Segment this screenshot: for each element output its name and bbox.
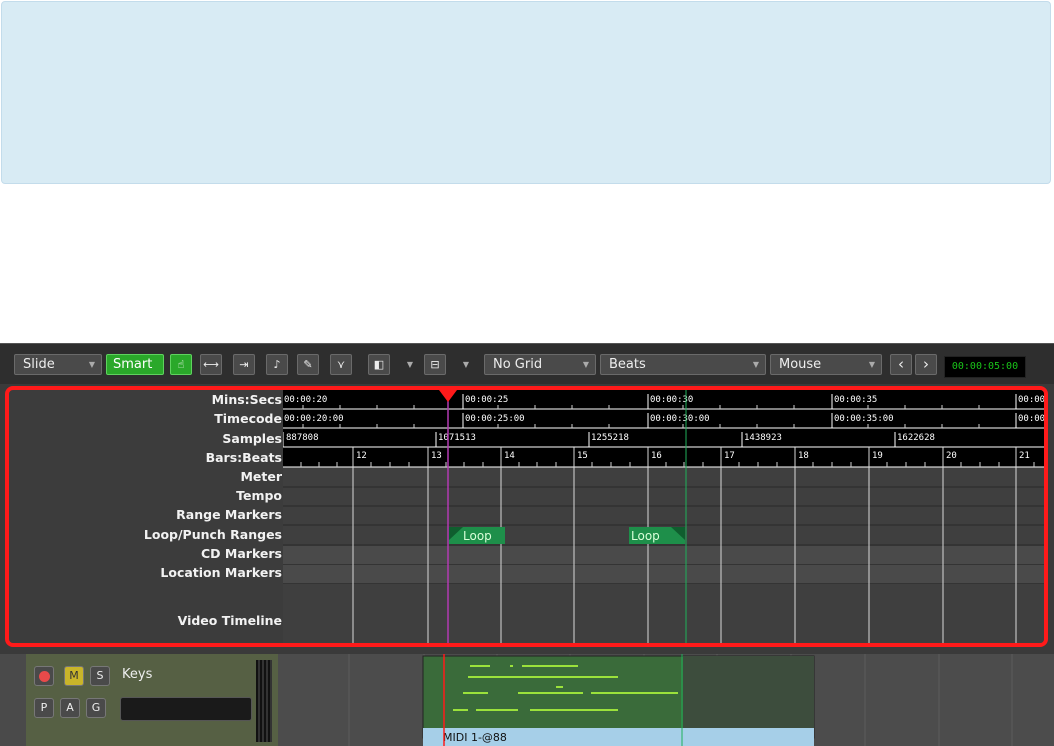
- ruler-label-timecode: Timecode: [214, 411, 282, 426]
- mins-secs-label: 00:00:35: [834, 395, 877, 405]
- samples-label: 1255218: [591, 433, 629, 443]
- ruler-canvas[interactable]: 00:00:20 00:00:25 00:00:30 00:00:35 00:0…: [283, 390, 1048, 643]
- bar-number-label: 15: [577, 451, 588, 461]
- samples-label: 1438923: [744, 433, 782, 443]
- solo-button[interactable]: S: [90, 666, 110, 686]
- track-canvas[interactable]: MIDI 1-@88: [278, 654, 1054, 746]
- midi-region-outside-loop: [683, 656, 814, 738]
- stretch-tool-icon[interactable]: ⋎: [330, 354, 352, 375]
- smart-mode-button[interactable]: Smart: [106, 354, 164, 375]
- cd-markers-band: [283, 546, 1044, 564]
- notification-banner: [1, 1, 1051, 184]
- timecode-label: 00:00:25:00: [465, 414, 525, 424]
- ruler-label-bars-beats: Bars:Beats: [205, 450, 282, 465]
- daw-editor-window: Slide ▼ Smart ☝ ⟷ ⇥ ♪ ✎ ⋎ ◧ ▼ ⊟ ▼ No Grid…: [0, 343, 1054, 746]
- loop-end-label: Loop: [631, 529, 660, 543]
- timecode-label: 00:00:35:00: [834, 414, 894, 424]
- timecode-label: 00:00:20:00: [284, 414, 344, 424]
- bar-number-label: 17: [724, 451, 735, 461]
- record-icon: [38, 670, 50, 682]
- draw-tool-icon[interactable]: ✎: [297, 354, 319, 375]
- grab-tool-icon[interactable]: ☝: [170, 354, 192, 375]
- visible-tracks-icon[interactable]: ⊟: [424, 354, 446, 375]
- cut-tool-icon[interactable]: ⇥: [233, 354, 255, 375]
- zoom-to-session-icon[interactable]: ◧: [368, 354, 390, 375]
- samples-label: 887808: [286, 433, 319, 443]
- gain-fader[interactable]: [120, 697, 252, 721]
- loop-start-marker[interactable]: Loop: [449, 527, 505, 544]
- chevron-down-icon: ▼: [88, 360, 95, 369]
- chevron-down-icon: ▼: [752, 360, 759, 369]
- nudge-forward-icon[interactable]: ›: [915, 354, 937, 375]
- timecode-label: 00:00:30:00: [650, 414, 710, 424]
- automation-button[interactable]: A: [60, 698, 80, 718]
- nudge-clock[interactable]: 00:00:05:00: [944, 356, 1026, 378]
- ruler-label-cd-markers: CD Markers: [201, 546, 282, 561]
- loop-start-label: Loop: [463, 529, 492, 543]
- mins-secs-label: 00:00:20: [284, 395, 327, 405]
- grid-type-dropdown[interactable]: Beats ▼: [600, 354, 766, 375]
- grid-mode-label: No Grid: [493, 357, 543, 372]
- ruler-label-location-markers: Location Markers: [160, 565, 282, 580]
- level-meter: [256, 660, 272, 742]
- ruler-labels: Mins:Secs Timecode Samples Bars:Beats Me…: [9, 390, 283, 643]
- record-arm-button[interactable]: [34, 666, 54, 686]
- bar-number-label: 13: [431, 451, 442, 461]
- bar-number-label: 12: [356, 451, 367, 461]
- bar-number-label: 20: [946, 451, 957, 461]
- ruler-label-video-timeline: Video Timeline: [177, 613, 282, 628]
- location-markers-band: [283, 565, 1044, 583]
- ruler-label-mins-secs: Mins:Secs: [211, 392, 282, 407]
- bar-number-label: 19: [872, 451, 883, 461]
- edit-mode-label: Slide: [23, 357, 55, 372]
- grid-mode-dropdown[interactable]: No Grid ▼: [484, 354, 596, 375]
- bar-number-label: 21: [1019, 451, 1030, 461]
- track-name[interactable]: Keys: [122, 667, 152, 682]
- chevron-down-icon: ▼: [868, 360, 875, 369]
- range-tool-icon[interactable]: ⟷: [200, 354, 222, 375]
- ruler-panel: Mins:Secs Timecode Samples Bars:Beats Me…: [5, 386, 1048, 647]
- chevron-down-icon[interactable]: ▼: [460, 354, 472, 375]
- audition-tool-icon[interactable]: ♪: [266, 354, 288, 375]
- edit-point-dropdown[interactable]: Mouse ▼: [770, 354, 882, 375]
- samples-label: 1622628: [897, 433, 935, 443]
- bar-number-label: 16: [651, 451, 662, 461]
- ruler-label-range-markers: Range Markers: [176, 507, 282, 522]
- ruler-label-loop-punch: Loop/Punch Ranges: [143, 527, 282, 542]
- ruler-label-samples: Samples: [222, 431, 282, 446]
- edit-point-label: Mouse: [779, 357, 822, 372]
- editor-toolbar: Slide ▼ Smart ☝ ⟷ ⇥ ♪ ✎ ⋎ ◧ ▼ ⊟ ▼ No Grid…: [0, 343, 1054, 384]
- loop-end-marker[interactable]: Loop: [629, 527, 685, 544]
- ruler-label-tempo: Tempo: [236, 488, 282, 503]
- mute-button[interactable]: M: [64, 666, 84, 686]
- playlist-button[interactable]: P: [34, 698, 54, 718]
- chevron-down-icon[interactable]: ▼: [404, 354, 416, 375]
- ruler-label-meter: Meter: [240, 469, 282, 484]
- timecode-label: 00:00:: [1018, 414, 1048, 424]
- mins-secs-label: 00:00:25: [465, 395, 508, 405]
- bar-number-label: 18: [798, 451, 809, 461]
- mins-secs-label: 00:00:30: [650, 395, 693, 405]
- region-name: MIDI 1-@88: [443, 731, 507, 744]
- chevron-down-icon: ▼: [582, 360, 589, 369]
- grid-type-label: Beats: [609, 357, 646, 372]
- track-area: M S Keys P A G MIDI 1-@88: [0, 654, 1054, 746]
- track-header-keys[interactable]: M S Keys P A G: [26, 654, 278, 746]
- mins-secs-label: 00:00:: [1018, 395, 1048, 405]
- group-button[interactable]: G: [86, 698, 106, 718]
- nudge-backward-icon[interactable]: ‹: [890, 354, 912, 375]
- samples-label: 1071513: [438, 433, 476, 443]
- edit-mode-dropdown[interactable]: Slide ▼: [14, 354, 102, 375]
- bar-number-label: 14: [504, 451, 515, 461]
